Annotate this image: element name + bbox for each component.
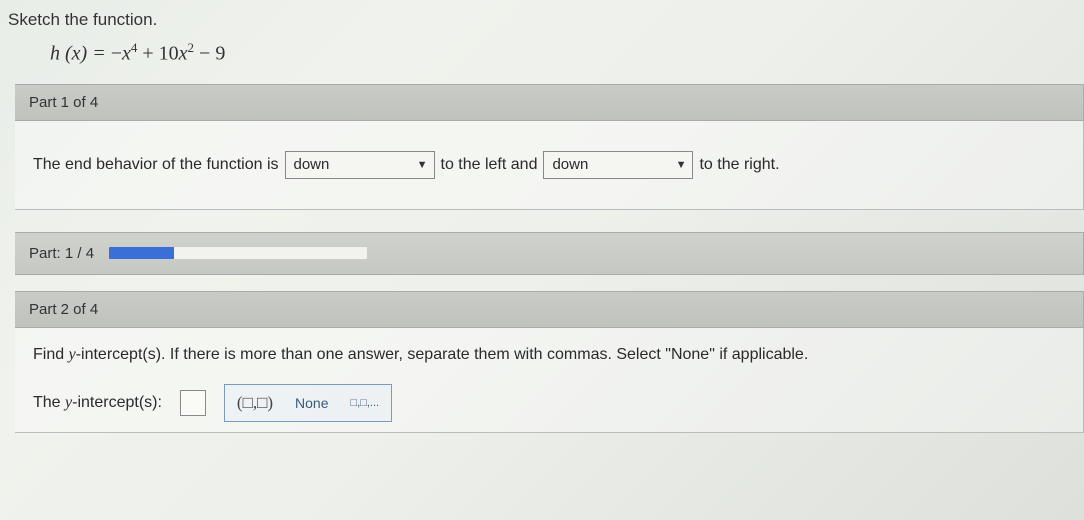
list-button[interactable]: □,□,... [351,397,380,409]
end-behavior-left-dropdown[interactable]: down ▼ [285,151,435,179]
part-2-instruction: Find y-intercept(s). If there is more th… [33,346,1065,364]
progress-label: Part: 1 / 4 [29,245,94,262]
chevron-down-icon: ▼ [417,159,428,171]
y-intercept-label: The y-intercept(s): [33,394,162,412]
end-behavior-right-dropdown[interactable]: down ▼ [543,151,693,179]
ordered-pair-button[interactable]: (□,□) [237,393,273,413]
y-intercept-row: The y-intercept(s): (□,□) None □,□,... [33,384,1065,422]
progress-bar [108,246,368,260]
answer-toolbox: (□,□) None □,□,... [224,384,392,422]
dropdown-right-value: down [552,156,588,173]
function-formula: h (x) = −x4 + 10x2 − 9 [0,40,1084,84]
progress-fill [109,247,174,259]
question-prompt: Sketch the function. [0,10,1084,40]
end-behavior-mid-text: to the left and [441,156,538,174]
end-behavior-text-a: The end behavior of the function is [33,156,279,174]
y-intercept-input[interactable] [180,390,206,416]
end-behavior-text-b: to the right. [699,156,779,174]
none-button[interactable]: None [295,395,328,411]
dropdown-left-value: down [294,156,330,173]
part-1-header: Part 1 of 4 [15,84,1084,121]
chevron-down-icon: ▼ [676,159,687,171]
formula-lhs: h (x) = [50,43,111,65]
part-2-header: Part 2 of 4 [15,291,1084,328]
part-1-body: The end behavior of the function is down… [15,121,1084,210]
part-2-body: Find y-intercept(s). If there is more th… [15,328,1084,433]
progress-row: Part: 1 / 4 [15,232,1084,275]
